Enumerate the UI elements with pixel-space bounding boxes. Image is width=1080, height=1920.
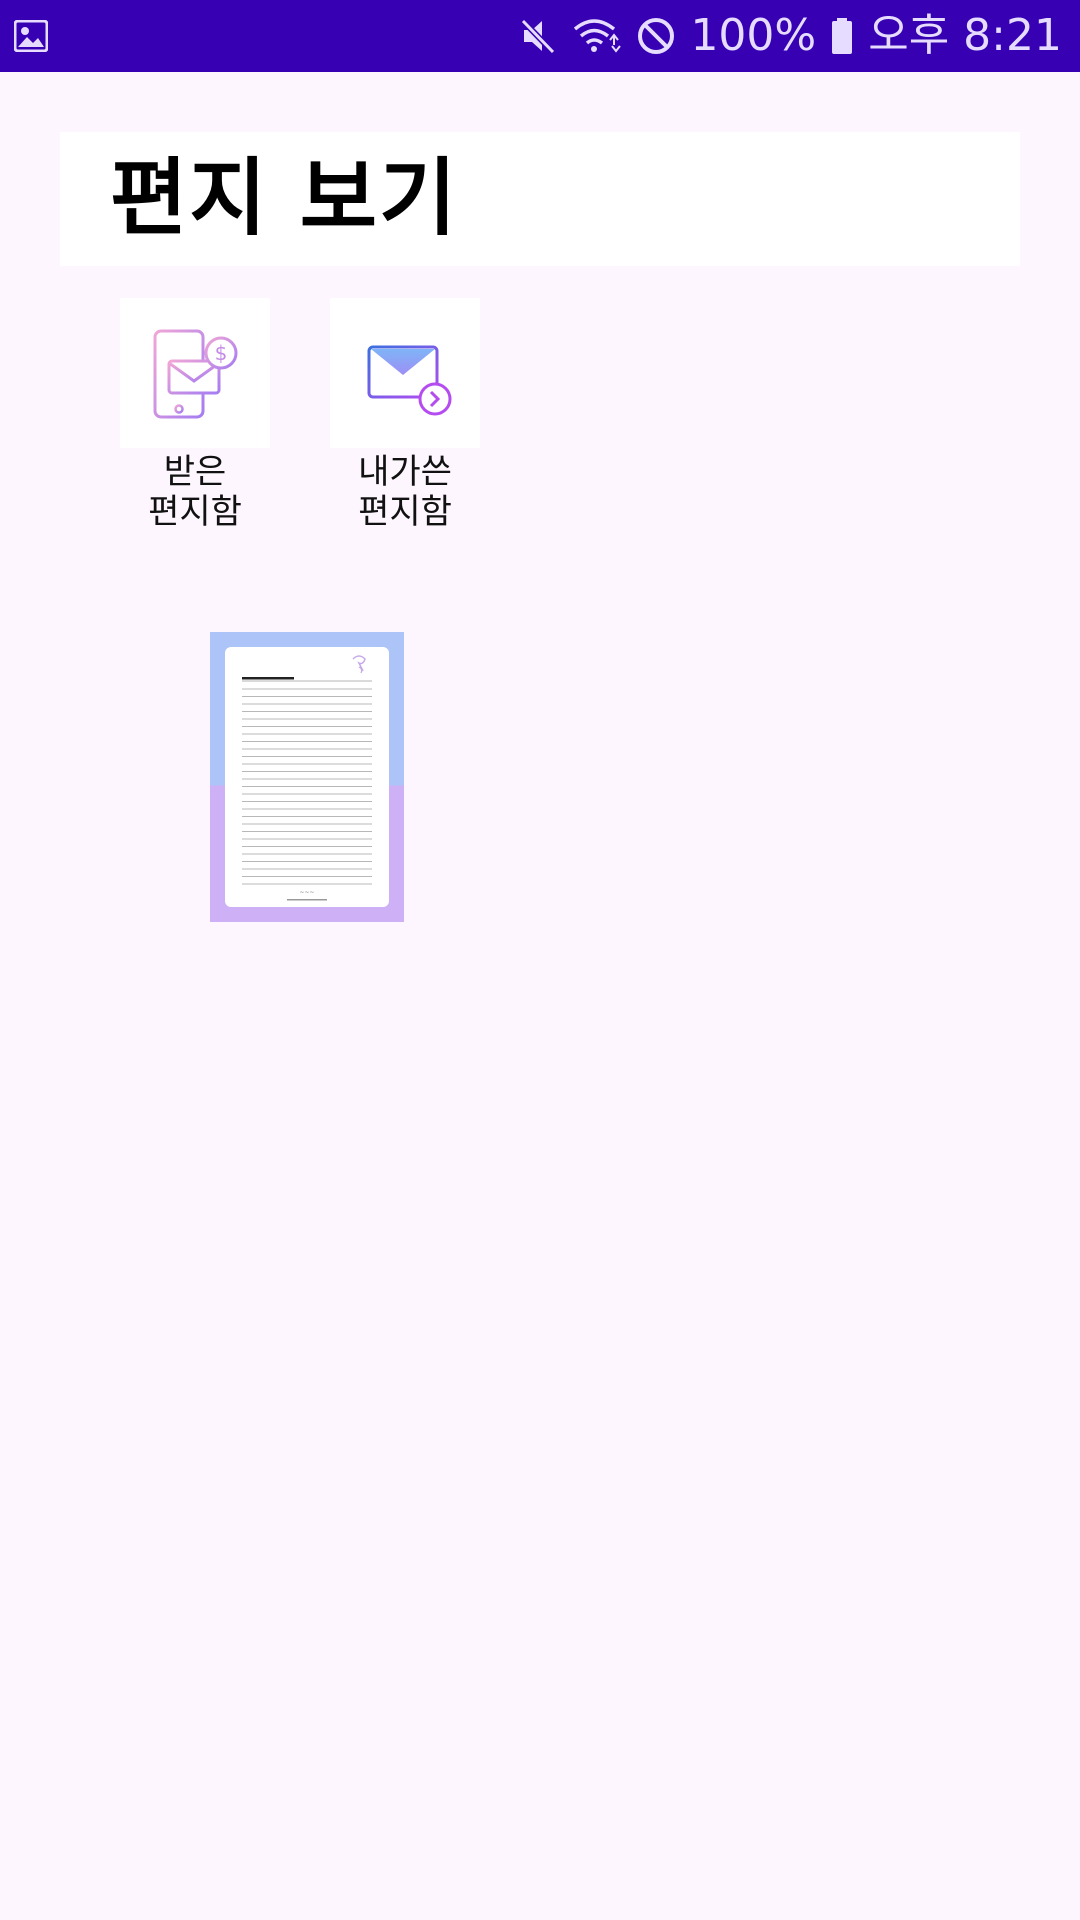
status-time: 오후 8:21: [868, 10, 1062, 61]
received-mailbox-label: 받은 편지함: [148, 452, 242, 532]
letter-paper-thumbnail: ~~~: [242, 655, 372, 901]
sent-mailbox-tile[interactable]: [330, 298, 480, 448]
status-bar: 100% 오후 8:21: [0, 0, 1080, 72]
header-card: 편지 보기: [60, 132, 1020, 266]
letter-thumbnail[interactable]: ~~~: [210, 632, 404, 922]
battery-icon: [832, 18, 853, 54]
svg-text:$: $: [215, 341, 228, 365]
status-icons: 100% 오후 8:21: [520, 0, 1062, 72]
send-mail-icon: [367, 337, 452, 416]
mute-icon: [521, 18, 556, 55]
wifi-icon: [574, 19, 622, 53]
mailbox-phone-icon: $: [153, 329, 238, 419]
battery-percent: 100%: [690, 10, 817, 61]
image-icon: [14, 20, 48, 52]
svg-text:~~~: ~~~: [299, 889, 314, 896]
do-not-disturb-icon: [638, 18, 675, 54]
received-mailbox-button[interactable]: $ 받은 편지함: [120, 298, 270, 532]
page-title: 편지 보기: [110, 149, 459, 247]
received-mailbox-tile[interactable]: $: [120, 298, 270, 448]
sent-mailbox-button[interactable]: 내가쓴 편지함: [330, 298, 480, 532]
letter-paper: ~~~: [225, 647, 389, 907]
sent-mailbox-label: 내가쓴 편지함: [358, 452, 452, 532]
